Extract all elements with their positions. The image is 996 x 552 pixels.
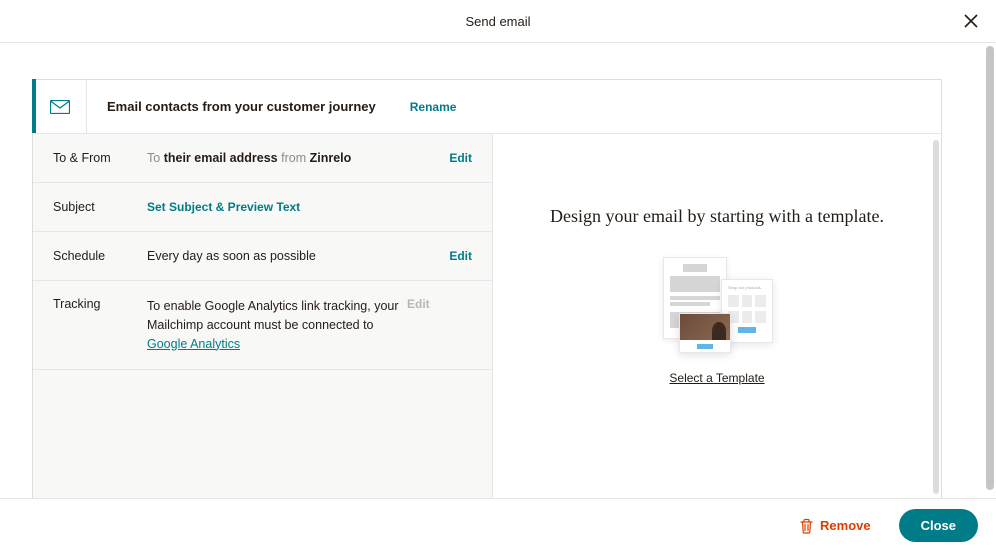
to-from-content: To their email address from Zinrelo	[147, 151, 449, 165]
scrollbar[interactable]	[933, 140, 939, 494]
set-subject-link[interactable]: Set Subject & Preview Text	[147, 200, 300, 214]
template-preview-graphic: Shop our products.	[659, 257, 775, 353]
row-subject: Subject Set Subject & Preview Text	[33, 183, 492, 232]
rename-link[interactable]: Rename	[410, 100, 457, 114]
panel-header: Email contacts from your customer journe…	[33, 80, 941, 134]
right-column: Design your email by starting with a tem…	[493, 134, 941, 498]
trash-icon	[799, 518, 814, 534]
row-schedule: Schedule Every day as soon as possible E…	[33, 232, 492, 281]
modal-title: Send email	[465, 14, 530, 29]
schedule-value: Every day as soon as possible	[147, 249, 449, 263]
close-icon[interactable]	[960, 10, 982, 32]
left-column: To & From To their email address from Zi…	[33, 134, 493, 498]
row-label: Tracking	[53, 297, 147, 311]
edit-to-from[interactable]: Edit	[449, 151, 472, 165]
subject-content: Set Subject & Preview Text	[147, 200, 472, 214]
modal-header: Send email	[0, 0, 996, 43]
to-prefix: To	[147, 151, 164, 165]
email-panel: Email contacts from your customer journe…	[32, 79, 942, 498]
modal-footer: Remove Close	[0, 498, 996, 552]
row-tracking: Tracking To enable Google Analytics link…	[33, 281, 492, 370]
close-button[interactable]: Close	[899, 509, 978, 542]
row-label: Subject	[53, 200, 147, 214]
row-to-from: To & From To their email address from Zi…	[33, 134, 492, 183]
remove-label: Remove	[820, 518, 871, 533]
content-area: Email contacts from your customer journe…	[0, 43, 996, 498]
from-value: Zinrelo	[310, 151, 352, 165]
panel-title: Email contacts from your customer journe…	[87, 99, 376, 114]
tracking-desc: To enable Google Analytics link tracking…	[147, 299, 399, 332]
from-prefix: from	[278, 151, 310, 165]
scrollbar[interactable]	[986, 46, 994, 490]
tracking-text: To enable Google Analytics link tracking…	[147, 297, 407, 353]
accent-bar	[32, 79, 36, 133]
select-template-link[interactable]: Select a Template	[669, 371, 764, 385]
edit-schedule[interactable]: Edit	[449, 249, 472, 263]
remove-button[interactable]: Remove	[799, 518, 871, 534]
panel-body: To & From To their email address from Zi…	[33, 134, 941, 498]
edit-tracking: Edit	[407, 297, 430, 311]
row-label: To & From	[53, 151, 147, 165]
google-analytics-link[interactable]: Google Analytics	[147, 337, 240, 351]
design-heading: Design your email by starting with a tem…	[550, 206, 884, 227]
envelope-icon	[33, 80, 87, 133]
row-label: Schedule	[53, 249, 147, 263]
to-value: their email address	[164, 151, 278, 165]
